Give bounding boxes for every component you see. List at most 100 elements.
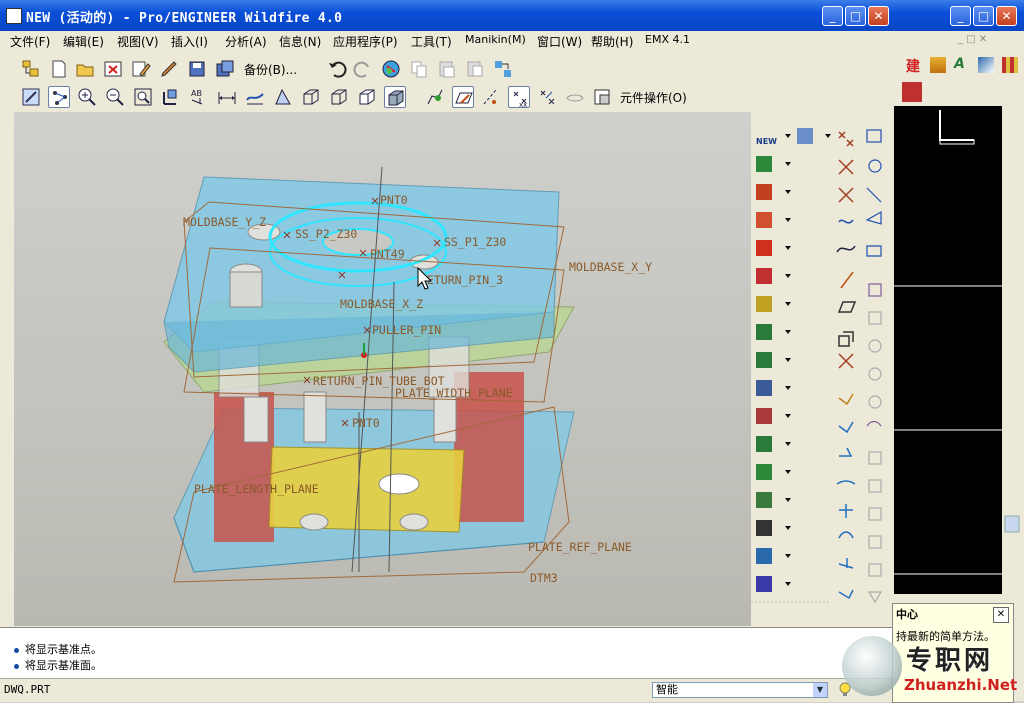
hidden-line-icon[interactable] [328,86,350,108]
label-dtm3: DTM3 [530,571,558,585]
no-hidden-icon[interactable] [356,86,378,108]
status-filename: DWQ.PRT [4,683,51,696]
datum-point-display-icon[interactable]: xx [508,86,530,109]
reorient-icon[interactable] [160,86,182,108]
secondary-close-button[interactable]: ✕ [996,6,1017,26]
repaint-icon[interactable] [20,86,42,108]
sketch-pencil-icon[interactable] [158,58,180,80]
message-area: 将显示基准点。 将显示基准面。 [0,627,892,678]
secondary-toolbar: 建 A [900,54,1020,78]
shading-icon[interactable] [384,86,406,108]
chevron-down-icon[interactable]: ▼ [813,683,827,697]
label-moldbase-x-y: MOLDBASE_X_Y [569,260,652,274]
backup-label[interactable]: 备份(B)... [244,61,297,78]
label-plate-ref-plane: PLATE_REF_PLANE [528,540,632,554]
watermark-ball-logo [842,636,902,696]
feature-toolbar: NEW [751,112,891,626]
label-pnt49: PNT49 [370,247,405,261]
appearance-icon[interactable] [272,86,294,108]
paste-special-icon[interactable] [464,58,486,80]
status-bar: DWQ.PRT 智能 ▼ [0,678,892,702]
font-a-icon[interactable]: A [954,56,972,74]
component-ops-icon[interactable] [592,86,614,108]
app-icon [6,8,22,24]
mdi-controls-icon[interactable]: _ □ ✕ [958,34,987,45]
toolbar-view: AB xx 元件操作(O) [8,83,748,111]
build-icon[interactable]: 建 [906,56,924,75]
help-close-button[interactable]: ✕ [993,607,1009,623]
secondary-canvas[interactable] [894,106,1022,594]
title-bar: NEW (活动的) - Pro/ENGINEER Wildfire 4.0 _ … [0,0,892,31]
annotation-display-icon[interactable] [564,86,586,108]
new-file-icon[interactable] [48,58,70,80]
zoom-in-icon[interactable] [76,86,98,108]
selection-filter-select[interactable]: 智能 ▼ [652,682,828,698]
paste-icon[interactable] [436,58,458,80]
close-button[interactable]: ✕ [868,6,889,26]
label-moldbase-x-z: MOLDBASE_X_Z [340,297,423,311]
secondary-title-bar: _ □ ✕ [892,0,1024,31]
palette-icon[interactable] [1002,57,1018,73]
bullet-icon [14,663,19,669]
secondary-minimize-button[interactable]: _ [950,6,971,26]
model-tree-icon[interactable] [20,58,42,80]
spin-center-toggle-icon[interactable] [424,86,446,108]
feature-toolbar-icons[interactable]: NEW [751,112,891,626]
label-pnt0-top: PNT0 [380,193,408,207]
zoom-out-icon[interactable] [104,86,126,108]
message-line-1: 将显示基准点。 [14,641,102,657]
mold-assembly-model[interactable]: MOLDBASE_Y_Z PNT0 SS_P2_Z30 SS_P1_Z30 PN… [14,112,751,626]
menu-applications[interactable]: 应用程序(P) [333,33,398,50]
save-icon[interactable] [186,58,208,80]
edit-icon[interactable] [130,58,152,80]
draw-icon[interactable] [978,57,994,73]
component-ops-label[interactable]: 元件操作(O) [620,89,687,106]
svg-text:AB: AB [191,89,202,98]
refit-icon[interactable] [132,86,154,108]
menu-analysis[interactable]: 分析(A) [225,33,267,50]
graphics-viewport[interactable]: MOLDBASE_Y_Z PNT0 SS_P2_Z30 SS_P1_Z30 PN… [14,112,751,626]
maximize-button[interactable]: □ [845,6,866,26]
menu-file[interactable]: 文件(F) [10,33,50,50]
datum-axis-display-icon[interactable] [480,86,502,108]
menu-tools[interactable]: 工具(T) [411,33,452,50]
redo-icon[interactable] [352,58,374,80]
main-window: NEW (活动的) - Pro/ENGINEER Wildfire 4.0 _ … [0,0,892,702]
label-plate-length-plane: PLATE_LENGTH_PLANE [194,482,319,496]
open-folder-icon[interactable] [74,58,96,80]
menu-emx[interactable]: EMX 4.1 [645,33,690,46]
frame-icon[interactable] [902,82,922,102]
saved-views-icon[interactable]: AB [188,86,210,108]
dimension-icon[interactable] [216,86,238,108]
secondary-maximize-button[interactable]: □ [973,6,994,26]
regenerate-manager-icon[interactable] [492,58,514,80]
menu-window[interactable]: 窗口(W) [537,33,582,50]
label-moldbase-y-z: MOLDBASE_Y_Z [183,215,266,229]
secondary-window: _ □ ✕ _ □ ✕ 建 A [892,0,1024,701]
coord-sys-display-icon[interactable] [536,86,558,108]
menu-manikin[interactable]: Manikin(M) [465,33,526,46]
label-pnt0-lower: PNT0 [352,416,380,430]
svg-text:xx: xx [519,101,527,109]
menu-view[interactable]: 视图(V) [117,33,159,50]
spin-center-icon[interactable] [48,86,70,108]
copy-icon[interactable] [408,58,430,80]
layers-icon[interactable] [244,86,266,108]
menu-insert[interactable]: 插入(I) [171,33,208,50]
wireframe-icon[interactable] [300,86,322,108]
menu-help[interactable]: 帮助(H) [591,33,633,50]
undo-icon[interactable] [326,58,348,80]
layers-stack-icon[interactable] [930,57,946,73]
label-puller-pin: PULLER_PIN [372,323,441,337]
regenerate-icon[interactable] [380,58,402,80]
watermark-url: Zhuanzhi.Net [904,676,1018,694]
minimize-button[interactable]: _ [822,6,843,26]
toolbar-standard: 备份(B)... [8,55,528,83]
menu-info[interactable]: 信息(N) [279,33,321,50]
label-plate-width-plane: PLATE_WIDTH_PLANE [395,386,513,400]
watermark-chinese: 专职网 [906,646,994,676]
close-window-icon[interactable] [102,58,124,80]
backup-icon[interactable] [214,58,236,80]
datum-plane-display-icon[interactable] [452,86,474,108]
menu-edit[interactable]: 编辑(E) [63,33,104,50]
